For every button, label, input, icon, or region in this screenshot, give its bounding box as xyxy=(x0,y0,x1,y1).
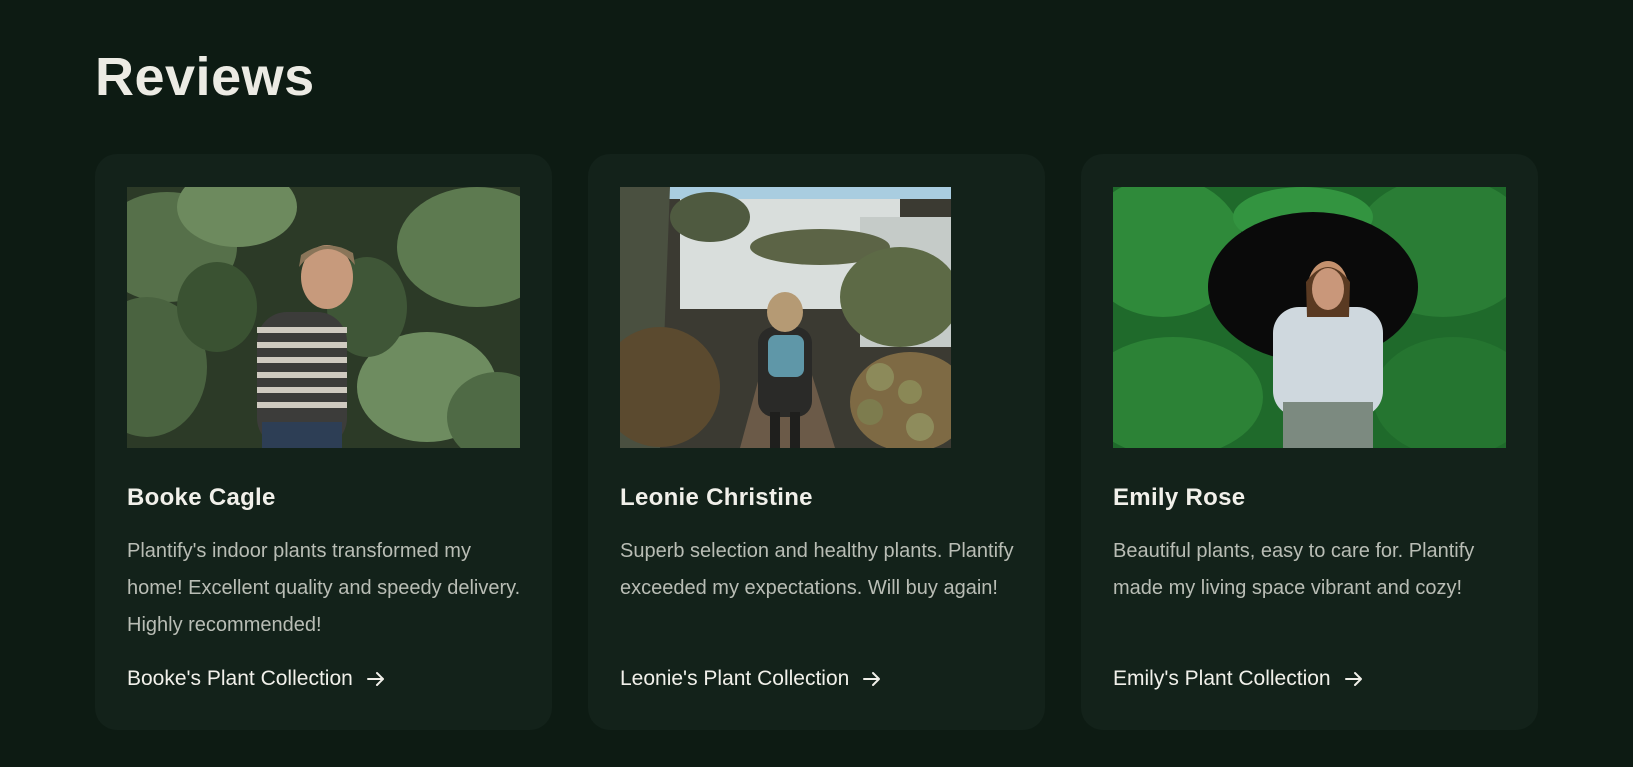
review-card: Booke Cagle Plantify's indoor plants tra… xyxy=(95,154,552,730)
reviewer-photo xyxy=(1113,187,1506,448)
collection-link-label: Emily's Plant Collection xyxy=(1113,667,1331,690)
reviewer-name: Booke Cagle xyxy=(127,484,276,511)
review-card: Emily Rose Beautiful plants, easy to car… xyxy=(1081,154,1538,730)
collection-link[interactable]: Emily's Plant Collection xyxy=(1113,667,1363,691)
review-text: Beautiful plants, easy to care for. Plan… xyxy=(1113,540,1475,599)
woman-among-large-leaves-photo xyxy=(127,187,520,448)
woman-with-umbrella-ivy-photo xyxy=(1113,187,1506,448)
collection-link[interactable]: Booke's Plant Collection xyxy=(127,667,385,691)
arrow-right-icon xyxy=(1344,671,1363,687)
greenhouse-cactus-aisle-photo xyxy=(620,187,951,448)
collection-link-label: Booke's Plant Collection xyxy=(127,667,353,690)
reviewer-name: Leonie Christine xyxy=(620,484,813,511)
review-text: Plantify's indoor plants transformed my … xyxy=(127,540,521,636)
arrow-right-icon xyxy=(863,671,881,687)
arrow-right-icon xyxy=(366,671,385,687)
reviewer-photo xyxy=(620,187,951,448)
review-text: Superb selection and healthy plants. Pla… xyxy=(620,540,1014,599)
reviewer-photo xyxy=(127,187,520,448)
collection-link-label: Leonie's Plant Collection xyxy=(620,667,850,690)
reviews-list: Booke Cagle Plantify's indoor plants tra… xyxy=(95,154,1538,730)
section-title: Reviews xyxy=(95,47,315,107)
review-card: Leonie Christine Superb selection and he… xyxy=(588,154,1045,730)
collection-link[interactable]: Leonie's Plant Collection xyxy=(620,667,881,691)
reviewer-name: Emily Rose xyxy=(1113,484,1246,511)
